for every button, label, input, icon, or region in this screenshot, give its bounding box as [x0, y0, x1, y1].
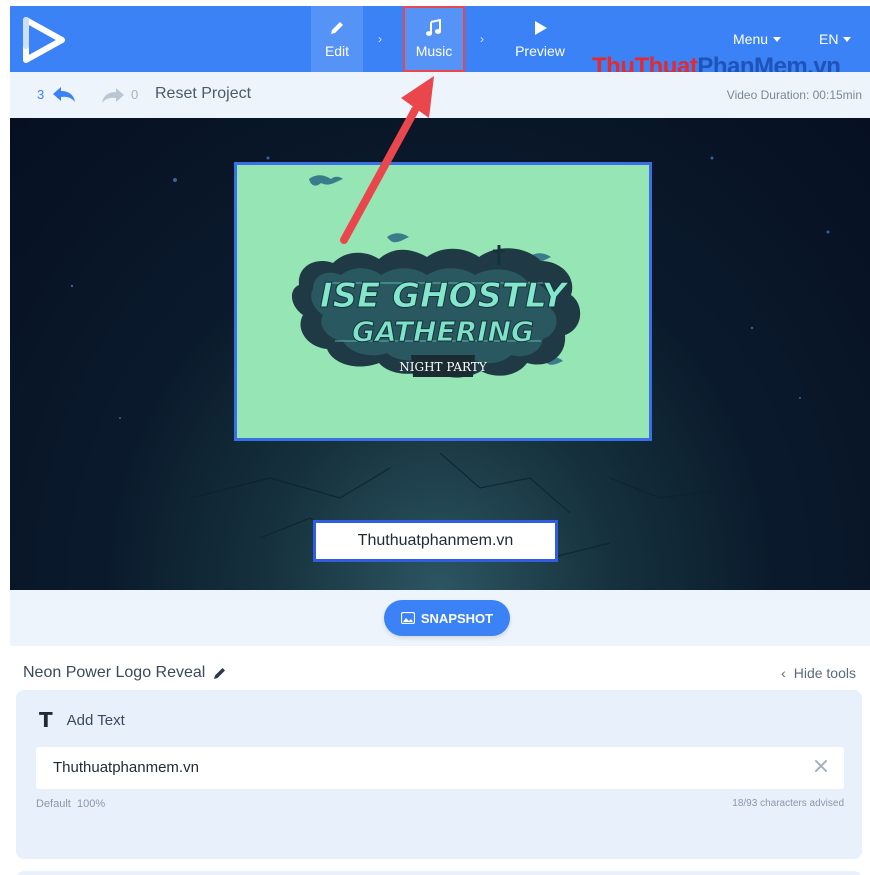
pencil-icon	[331, 22, 343, 34]
text-icon: T	[39, 708, 53, 732]
template-title: Neon Power Logo Reveal	[23, 664, 227, 682]
video-text-value: Thuthuatphanmem.vn	[357, 532, 514, 549]
template-name: Neon Power Logo Reveal	[23, 664, 206, 681]
redo-count: 0	[131, 87, 139, 102]
step-preview-button[interactable]: Preview	[506, 6, 574, 72]
video-text-layer[interactable]: Thuthuatphanmem.vn	[313, 520, 558, 562]
svg-text:GATHERING: GATHERING	[352, 315, 534, 348]
video-duration: Video Duration: 00:15min	[726, 88, 862, 102]
music-note-icon	[426, 19, 441, 36]
text-scale-label[interactable]: 100%	[77, 798, 105, 810]
caret-down-icon	[843, 36, 852, 42]
next-tool-card	[16, 871, 862, 875]
chevron-left-icon: ‹	[781, 665, 786, 681]
app-window: Edit › Music › Preview Menu EN ThuThuatP…	[10, 6, 870, 875]
text-style-label[interactable]: Default	[36, 798, 71, 810]
menu-label: Menu	[733, 31, 769, 47]
app-logo-icon[interactable]	[22, 16, 66, 64]
redo-icon[interactable]	[100, 85, 126, 105]
snapshot-button[interactable]: SNAPSHOT	[384, 600, 510, 636]
language-label: EN	[819, 31, 839, 47]
image-icon	[400, 612, 415, 624]
character-hint: 18/93 characters advised	[732, 798, 844, 809]
step-music-label: Music	[415, 43, 453, 59]
chevron-right-icon: ›	[378, 32, 382, 46]
svg-text:ISE GHOSTLY: ISE GHOSTLY	[320, 276, 570, 316]
add-text-heading: Add Text	[66, 711, 125, 729]
caret-down-icon	[773, 36, 782, 42]
history-toolbar: 3 0 Reset Project Video Duration: 00:15m…	[10, 72, 870, 118]
text-input[interactable]: Thuthuatphanmem.vn	[36, 747, 844, 789]
language-dropdown[interactable]: EN	[819, 31, 852, 47]
snapshot-label: SNAPSHOT	[420, 610, 494, 626]
play-icon	[535, 21, 547, 35]
clear-icon[interactable]	[812, 757, 830, 775]
text-style-info: Default 100%	[36, 798, 105, 810]
svg-text:NIGHT PARTY: NIGHT PARTY	[399, 360, 488, 374]
add-text-card: T Add Text Thuthuatphanmem.vn Default 10…	[16, 690, 862, 859]
step-music-button[interactable]: Music	[403, 6, 465, 72]
text-input-value: Thuthuatphanmem.vn	[53, 759, 199, 776]
pencil-icon[interactable]	[213, 666, 227, 680]
undo-count: 3	[37, 87, 45, 102]
undo-icon[interactable]	[51, 84, 77, 104]
step-preview-label: Preview	[515, 43, 565, 59]
chevron-right-icon: ›	[480, 32, 484, 46]
hide-tools-label: Hide tools	[793, 665, 856, 681]
step-edit-button[interactable]: Edit	[311, 6, 363, 72]
menu-dropdown[interactable]: Menu	[733, 31, 782, 47]
snapshot-row: SNAPSHOT	[10, 590, 870, 646]
step-edit-label: Edit	[324, 43, 350, 59]
reset-project-button[interactable]: Reset Project	[155, 85, 251, 103]
tools-panel: Neon Power Logo Reveal ‹ Hide tools T Ad…	[10, 646, 870, 875]
ghostly-gathering-logo-art: ISE GHOSTLY GATHERING NIGHT PARTY	[291, 175, 581, 378]
hide-tools-button[interactable]: ‹ Hide tools	[781, 665, 856, 681]
top-bar: Edit › Music › Preview Menu EN ThuThuatP…	[10, 6, 870, 80]
add-text-header: T Add Text	[39, 708, 125, 732]
template-preview[interactable]: ISE GHOSTLY GATHERING NIGHT PARTY	[234, 162, 652, 441]
video-preview-stage: ISE GHOSTLY GATHERING NIGHT PARTY re om …	[10, 118, 870, 590]
